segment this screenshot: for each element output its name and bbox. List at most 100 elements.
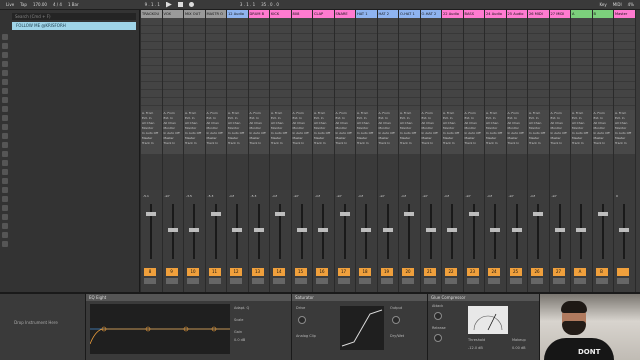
volume-fader[interactable]: -inf [530,194,547,264]
fader-knob[interactable] [490,228,500,232]
volume-value[interactable]: -inf [401,194,418,198]
clip-slots[interactable] [291,18,312,110]
saturator-mode-select[interactable]: Analog Clip [296,334,316,338]
track-io-section[interactable]: A. From Ext. In All Chan Monitor In Auto Off… [270,110,291,154]
volume-value[interactable]: -inf [337,194,354,198]
track-activator[interactable]: 20 [402,268,414,276]
track-header[interactable]: MASTR O [205,10,226,18]
volume-value[interactable]: -inf [487,194,504,198]
clip-slots[interactable] [528,18,549,110]
io-track-in[interactable]: Track In [486,141,505,146]
solo-button[interactable] [466,278,479,284]
position-field[interactable]: 9 . 1 . 1 [145,2,160,7]
track-header[interactable]: 24 Audio [485,10,506,18]
tempo-field[interactable]: 170.00 [33,2,47,7]
io-track-in[interactable]: Track In [271,141,290,146]
fader-knob[interactable] [425,228,436,232]
track-activator[interactable]: 14 [273,268,285,276]
volume-fader[interactable]: -5.3 [208,194,225,264]
solo-button[interactable] [187,278,199,284]
track-io-section[interactable]: A. From Ext. In All Chan Monitor In Auto Off… [227,110,248,154]
makeup-value[interactable]: 0.00 dB [512,346,526,350]
clip-slots[interactable] [141,18,162,110]
eq-gain-value[interactable]: 0.0 dB [234,338,245,342]
browser-search-input[interactable]: Search (Cmd + F) [12,13,136,20]
track-header[interactable]: 12 Audio [227,10,248,18]
track-activator[interactable]: 9 [165,268,178,276]
browser-category-icon[interactable] [2,97,8,103]
volume-fader[interactable]: -inf [272,194,289,264]
io-track-in[interactable]: Track In [508,141,527,146]
io-track-in[interactable]: Track In [379,141,398,146]
clip-slots[interactable] [270,18,291,110]
track-io-section[interactable]: A. From Ext. In All Chan Monitor In Auto Off… [356,110,377,154]
key-map-button[interactable]: Key [599,2,606,7]
volume-fader[interactable]: -inf [444,194,461,264]
browser-category-icon[interactable] [2,223,8,229]
attack-knob[interactable] [434,312,442,320]
track-activator[interactable]: 19 [380,268,393,276]
eq-graph[interactable] [89,304,230,354]
track-sends[interactable] [528,154,549,190]
solo-button[interactable] [531,278,543,284]
clip-slots[interactable] [184,18,205,110]
track-sends[interactable] [141,154,162,190]
volume-fader[interactable]: -5.1 [143,194,160,264]
volume-fader[interactable]: -3.5 [186,194,203,264]
track-io-section[interactable]: A. From Ext. In All Chan Monitor In Auto Off… [184,110,205,154]
track-activator[interactable]: 23 [466,268,479,276]
clip-slots[interactable] [248,18,269,110]
io-track-in[interactable]: Track In [185,141,204,146]
track-io-section[interactable]: A. From Ext. In All Chan Monitor In Auto Off… [313,110,334,154]
track-activator[interactable]: 11 [208,268,221,276]
volume-fader[interactable] [573,194,590,264]
io-track-in[interactable]: Track In [400,141,419,146]
fader-knob[interactable] [318,228,328,232]
track-header[interactable]: TRACKOU [141,10,162,18]
clip-slots[interactable] [485,18,506,110]
play-icon[interactable] [165,1,172,8]
clip-slots[interactable] [571,18,592,110]
browser-category-icon[interactable] [2,142,8,148]
browser-category-icon[interactable] [2,106,8,112]
clip-slots[interactable] [506,18,527,110]
track-header[interactable]: CLAP [313,10,334,18]
solo-button[interactable] [380,278,393,284]
solo-button[interactable] [273,278,285,284]
solo-button[interactable] [617,278,629,284]
eq-adapt-label[interactable]: Adapt. Q [234,306,249,310]
track-activator[interactable]: 10 [187,268,199,276]
track-header[interactable]: MIX OUT [184,10,205,18]
volume-fader[interactable]: -inf [423,194,440,264]
track-io-section[interactable]: A. From Ext. In All Chan Monitor In Auto Off… [205,110,226,154]
io-track-in[interactable]: Track In [572,141,591,146]
track-header[interactable]: O-HAT 1 [399,10,420,18]
track-sends[interactable] [463,154,484,190]
track-activator[interactable]: 16 [316,268,328,276]
volume-fader[interactable]: -inf [229,194,246,264]
browser-selected-item[interactable]: FOLLOW ME @KRISFORH [12,22,136,30]
clip-slots[interactable] [442,18,463,110]
output-knob[interactable] [392,316,400,324]
drive-knob[interactable] [298,316,306,324]
track-sends[interactable] [356,154,377,190]
track-io-section[interactable]: A. From Ext. In All Chan Monitor In Auto Off… [528,110,549,154]
track-activator[interactable]: B [595,268,608,276]
track-io-section[interactable]: A. From Ext. In All Chan Monitor In Auto Off… [162,110,183,154]
volume-value[interactable]: -inf [530,194,547,198]
track-header[interactable]: VOX [162,10,183,18]
track-header[interactable]: B [592,10,613,18]
clip-slots[interactable] [227,18,248,110]
volume-value[interactable]: -inf [272,194,289,198]
track-activator[interactable]: 8 [144,268,156,276]
solo-button[interactable] [230,278,242,284]
browser-category-icon[interactable] [2,169,8,175]
fader-knob[interactable] [361,228,371,232]
volume-fader[interactable]: 0 [616,194,633,264]
track-io-section[interactable]: A. From Ext. In All Chan Monitor In Auto Off… [334,110,355,154]
browser-category-icon[interactable] [2,232,8,238]
fader-knob[interactable] [533,212,543,216]
solo-button[interactable] [294,278,307,284]
track-sends[interactable] [614,154,635,190]
volume-value[interactable]: -inf [294,194,311,198]
